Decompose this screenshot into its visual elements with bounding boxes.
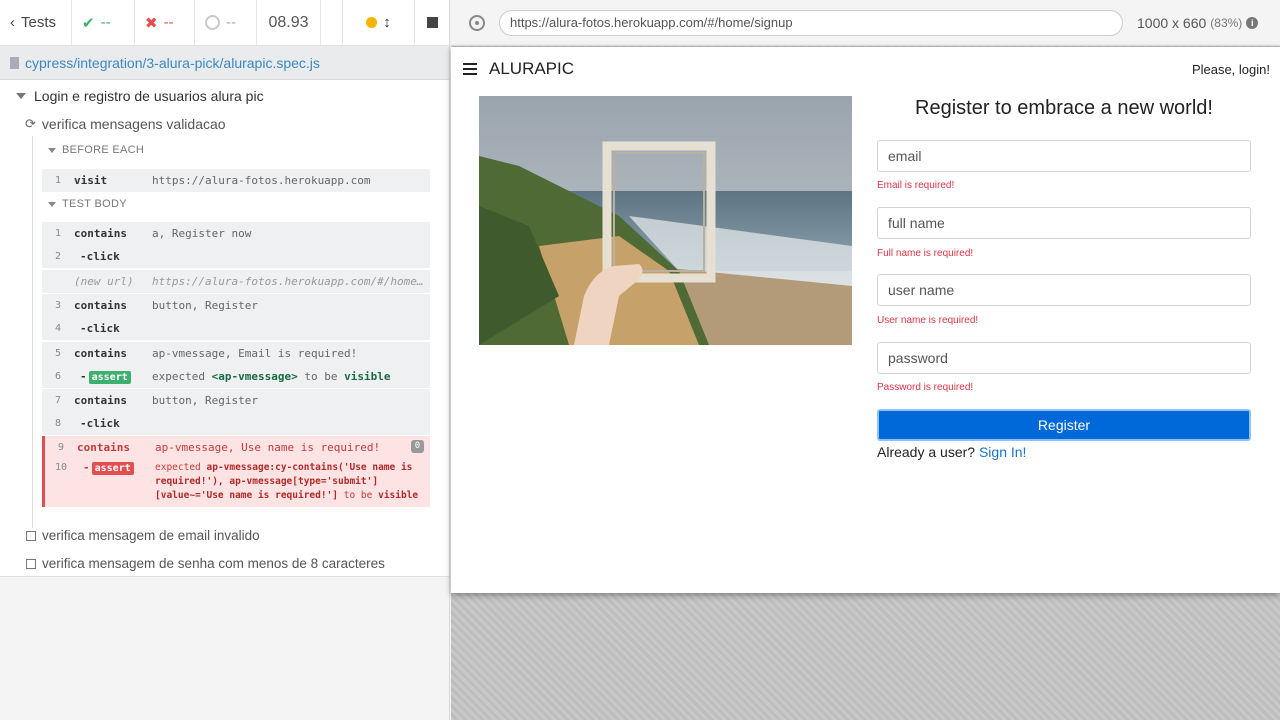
test-body-hook[interactable]: TEST BODY — [48, 198, 127, 210]
cross-icon: ✖ — [145, 14, 158, 32]
auto-scroll-control[interactable]: ↕ — [343, 0, 415, 45]
current-test-title: verifica mensagens validacao — [41, 116, 226, 132]
collapse-triangle-icon — [48, 147, 56, 153]
spec-path-link[interactable]: cypress/integration/3-alura-pick/alurapi… — [25, 55, 320, 71]
suite-title-row[interactable]: Login e registro de usuarios alura pic — [16, 88, 264, 104]
check-icon: ✔ — [82, 14, 95, 32]
pending-count: -- — [226, 14, 236, 31]
test-runner-panel: ‹ Tests ✔ -- ✖ -- -- 08.93 ↕ cypress/int… — [0, 0, 450, 720]
pending-test-row[interactable]: verifica mensagem de senha com menos de … — [26, 556, 385, 571]
assert-row[interactable]: 6 - assert expected <ap-vmessage> to be v… — [42, 365, 430, 388]
password-error: Password is required! — [877, 382, 974, 393]
full-name-field[interactable]: full name — [877, 207, 1251, 239]
chevron-left-icon: ‹ — [10, 14, 15, 31]
command-group: 1 contains a, Register now 2 -click — [42, 222, 430, 268]
app-navbar: ALURAPIC — [463, 59, 574, 79]
passed-stat: ✔ -- — [72, 0, 135, 45]
pending-test-row[interactable]: verifica mensagem de email invalido — [26, 528, 260, 543]
register-button[interactable]: Register — [877, 409, 1251, 441]
command-group: 3 contains button, Register 4 -click — [42, 294, 430, 340]
passed-count: -- — [100, 14, 111, 31]
command-row[interactable]: 1 visit https://alura-fotos.herokuapp.co… — [42, 169, 430, 192]
tests-label: Tests — [21, 14, 57, 31]
error-count-badge: 0 — [411, 440, 424, 453]
viewport-info: 1000 x 660 (83%) i — [1137, 15, 1259, 31]
full-name-error: Full name is required! — [877, 248, 974, 259]
failed-command-group: 9 contains ap-vmessage, Use name is requ… — [42, 436, 430, 507]
app-preview: https://alura-fotos.herokuapp.com/#/home… — [451, 0, 1280, 720]
pending-stat: -- — [195, 0, 257, 45]
new-url-row[interactable]: (new url) https://alura-fotos.herokuapp.… — [42, 270, 430, 293]
refresh-icon: ⟳ — [25, 116, 36, 131]
selector-playground-icon[interactable] — [469, 14, 485, 31]
assert-failure-message: expected ap-vmessage:cy-contains('Use na… — [155, 462, 419, 501]
before-each-hook[interactable]: BEFORE EACH — [48, 144, 144, 156]
assert-row[interactable]: 10 - assert expected ap-vmessage:cy-conta… — [45, 459, 430, 507]
collapse-triangle-icon — [16, 93, 26, 99]
command-row[interactable]: 2 -click — [42, 245, 430, 268]
square-icon — [26, 558, 36, 569]
stop-button[interactable] — [415, 0, 449, 45]
command-log: Login e registro de usuarios alura pic ⟳… — [0, 80, 449, 577]
header-spacer — [321, 0, 343, 45]
runner-header: ‹ Tests ✔ -- ✖ -- -- 08.93 ↕ — [0, 0, 449, 46]
command-row[interactable]: 8 -click — [42, 412, 430, 435]
command-group: 7 contains button, Register 8 -click — [42, 389, 430, 435]
command-row[interactable]: 7 contains button, Register — [42, 389, 430, 412]
collapse-triangle-icon — [48, 201, 56, 207]
status-dot-icon — [366, 17, 378, 28]
command-row[interactable]: 5 contains ap-vmessage, Email is require… — [42, 342, 430, 365]
password-field[interactable]: password — [877, 342, 1251, 374]
url-display[interactable]: https://alura-fotos.herokuapp.com/#/home… — [499, 9, 1123, 36]
signin-line: Already a user? Sign In! — [877, 444, 1027, 460]
failed-count: -- — [163, 14, 174, 31]
email-error: Email is required! — [877, 180, 955, 191]
current-test-row[interactable]: ⟳ verifica mensagens validacao — [25, 116, 226, 132]
command-area: BEFORE EACH 1 visit https://alura-fotos.… — [32, 136, 430, 528]
command-row[interactable]: 3 contains button, Register — [42, 294, 430, 317]
square-icon — [26, 530, 36, 541]
hero-photo — [479, 96, 852, 345]
info-icon[interactable]: i — [1246, 16, 1259, 29]
duration: 08.93 — [257, 0, 321, 45]
command-row[interactable]: 9 contains ap-vmessage, Use name is requ… — [45, 436, 430, 459]
sign-in-link[interactable]: Sign In! — [979, 444, 1026, 460]
login-link[interactable]: Please, login! — [1192, 62, 1270, 77]
suite-title: Login e registro de usuarios alura pic — [34, 88, 264, 104]
hamburger-menu-icon[interactable] — [463, 63, 477, 75]
assert-badge: assert — [91, 462, 134, 475]
brand-logo[interactable]: ALURAPIC — [489, 59, 574, 79]
pending-ring-icon — [205, 15, 220, 30]
scroll-arrows-icon: ↕ — [383, 14, 391, 31]
url-bar: https://alura-fotos.herokuapp.com/#/home… — [451, 0, 1280, 46]
tests-button[interactable]: ‹ Tests — [0, 0, 72, 45]
stop-icon — [426, 17, 438, 28]
command-row[interactable]: 4 -click — [42, 317, 430, 340]
failed-stat: ✖ -- — [135, 0, 195, 45]
spec-path-bar[interactable]: cypress/integration/3-alura-pick/alurapi… — [0, 46, 449, 80]
app-iframe: ALURAPIC Please, login! Register to embr… — [451, 47, 1280, 593]
email-field[interactable]: email — [877, 140, 1251, 172]
user-name-field[interactable]: user name — [877, 274, 1251, 306]
form-title: Register to embrace a new world! — [915, 97, 1213, 119]
command-group: 5 contains ap-vmessage, Email is require… — [42, 342, 430, 388]
assert-badge: assert — [88, 371, 131, 384]
user-name-error: User name is required! — [877, 315, 979, 326]
file-icon — [10, 56, 19, 69]
command-row[interactable]: 1 contains a, Register now — [42, 222, 430, 245]
